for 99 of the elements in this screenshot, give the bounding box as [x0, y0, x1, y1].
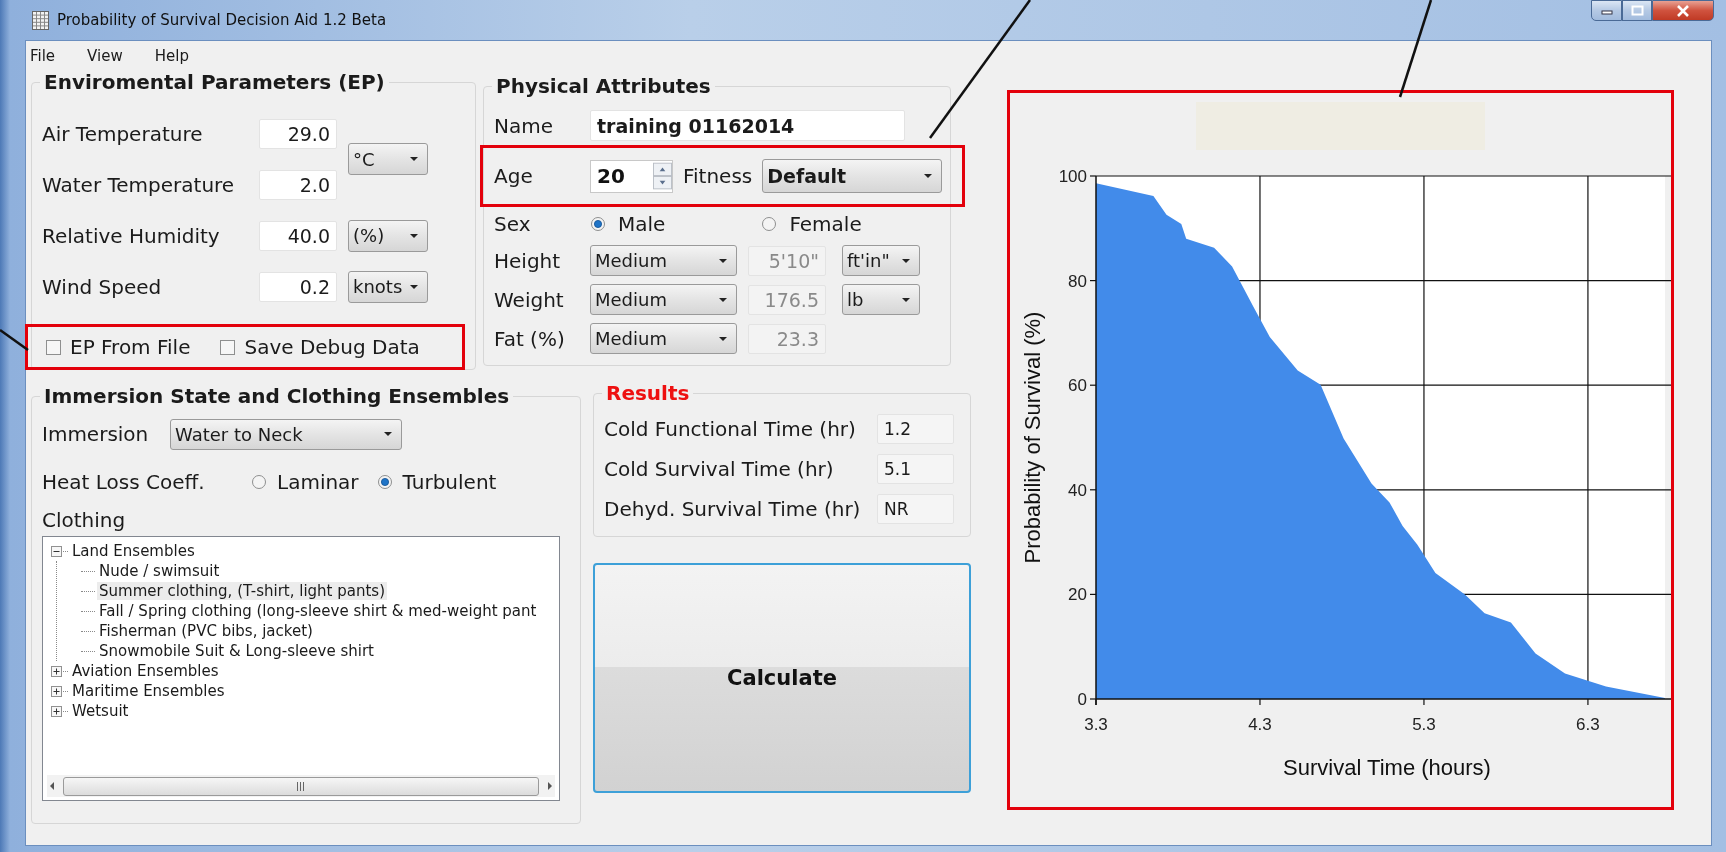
axis-title: Survival Time (hours)	[1283, 755, 1491, 780]
tree-item[interactable]: Wetsuit	[70, 702, 131, 720]
tick-label: 3.3	[1084, 715, 1108, 734]
radio-label: Laminar	[277, 470, 359, 494]
field-label: Clothing	[42, 508, 127, 532]
tick-label: 4.3	[1248, 715, 1272, 734]
text-field[interactable]: 40.0	[259, 220, 337, 251]
dropdown[interactable]: Default	[762, 159, 943, 193]
radio-button[interactable]	[590, 216, 606, 232]
text-field[interactable]: 1.2	[877, 414, 954, 444]
calculate-button[interactable]: Calculate	[593, 563, 971, 793]
radio-button[interactable]	[761, 216, 778, 232]
caret-icon	[409, 156, 419, 162]
caret-icon	[718, 296, 728, 303]
section-title: Physical Attributes	[496, 74, 711, 98]
caret-icon	[409, 232, 419, 239]
section-title: Enviromental Parameters (EP)	[44, 70, 385, 94]
text-field[interactable]: 0.2	[259, 271, 337, 302]
dropdown[interactable]: °C	[348, 143, 428, 175]
tick-label: 40	[1068, 480, 1087, 500]
section-title: Immersion State and Clothing Ensembles	[44, 384, 510, 408]
caret-icon	[409, 283, 419, 290]
checkbox[interactable]	[220, 339, 236, 355]
grid-icon	[32, 10, 49, 30]
section-title: Results	[606, 381, 690, 405]
text-field[interactable]: 29.0	[259, 118, 337, 149]
field-label: Water Temperature	[42, 172, 236, 197]
radio-button[interactable]	[251, 474, 267, 490]
radio-label: Male	[618, 212, 666, 236]
tick-label: 60	[1068, 376, 1087, 396]
caret-icon	[718, 335, 728, 342]
menu-item[interactable]: File	[28, 46, 69, 65]
tree-item[interactable]: Land Ensembles	[70, 542, 197, 560]
field-label: Cold Survival Time (hr)	[604, 457, 835, 481]
field-label: Cold Functional Time (hr)	[604, 417, 857, 441]
checkbox-label: EP From File	[70, 335, 191, 359]
tick-label: 80	[1068, 271, 1087, 291]
spin-arrows-icon[interactable]	[653, 161, 672, 191]
field-label: Immersion	[42, 422, 150, 446]
tree-item[interactable]: Fisherman (PVC bibs, jacket)	[97, 622, 315, 640]
tick-label: 20	[1068, 585, 1087, 605]
field-label: Air Temperature	[42, 121, 204, 146]
right-arrow-icon[interactable]	[545, 780, 555, 792]
dropdown[interactable]: Water to Neck	[170, 418, 402, 450]
tick-label: 5.3	[1412, 715, 1436, 734]
field-label: Relative Humidity	[42, 223, 221, 248]
close-button[interactable]	[1652, 0, 1714, 21]
menu-item[interactable]: Help	[152, 46, 202, 65]
maximize-button[interactable]	[1622, 0, 1652, 21]
text-field[interactable]: 2.0	[259, 169, 337, 200]
field-label: Dehyd. Survival Time (hr)	[604, 497, 862, 521]
tree-item[interactable]: Maritime Ensembles	[70, 682, 227, 700]
tree-item[interactable]: Nude / swimsuit	[97, 562, 222, 580]
tick-label: 100	[1058, 167, 1087, 186]
grip-icon	[296, 781, 306, 791]
horizontal-scrollbar[interactable]	[47, 775, 555, 797]
plus-box-icon[interactable]	[51, 665, 62, 677]
age-spinner[interactable]: 20	[590, 159, 673, 193]
radio-label: Turbulent	[402, 470, 497, 494]
field-label: Weight	[494, 287, 565, 312]
axis-title: Probability of Survival (%)	[1020, 311, 1045, 564]
caret-icon	[383, 431, 393, 437]
radio-label: Female	[789, 212, 862, 236]
tree-item[interactable]: Snowmobile Suit & Long-sleeve shirt	[97, 642, 376, 660]
field-label: Sex	[494, 212, 532, 236]
tick-label: 6.3	[1576, 715, 1600, 734]
caret-icon	[923, 173, 934, 179]
maximize-icon	[1630, 5, 1644, 16]
caret-icon	[901, 296, 911, 303]
field-label: Wind Speed	[42, 274, 163, 299]
text-field[interactable]: NR	[877, 494, 954, 524]
number-field[interactable]: 20	[591, 164, 653, 188]
close-icon	[1676, 4, 1690, 17]
caret-icon	[718, 257, 728, 264]
minimize-button[interactable]	[1591, 0, 1622, 21]
plus-box-icon[interactable]	[51, 705, 62, 717]
checkbox[interactable]	[46, 339, 61, 355]
tick-label: 0	[1077, 690, 1087, 709]
dropdown[interactable]: knots	[348, 270, 428, 303]
caret-icon	[901, 257, 911, 264]
menu-item[interactable]: View	[85, 46, 136, 65]
tree-item[interactable]: Aviation Ensembles	[70, 662, 221, 680]
tree-item[interactable]: Summer clothing, (T-shirt, light pants)	[97, 582, 388, 600]
field-label: Fat (%)	[494, 326, 566, 351]
field-label: Age	[494, 164, 534, 188]
window-title: Probability of Survival Decision Aid 1.2 Beta	[57, 11, 387, 29]
field-label: Height	[494, 248, 562, 273]
text-field[interactable]: training 01162014	[590, 110, 905, 141]
field-label: Fitness	[683, 164, 753, 188]
checkbox-label: Save Debug Data	[244, 335, 420, 359]
text-field[interactable]: 5.1	[877, 454, 954, 484]
plus-box-icon[interactable]	[51, 685, 62, 697]
minus-box-icon[interactable]	[51, 545, 62, 557]
leader-line	[0, 329, 29, 351]
field-label: Heat Loss Coeff.	[42, 470, 206, 494]
radio-button[interactable]	[376, 474, 393, 490]
field-label: Name	[494, 113, 554, 138]
dropdown[interactable]: (%)	[348, 219, 428, 252]
tree-item[interactable]: Fall / Spring clothing (long-sleeve shirt & med-weight pant	[97, 602, 539, 620]
